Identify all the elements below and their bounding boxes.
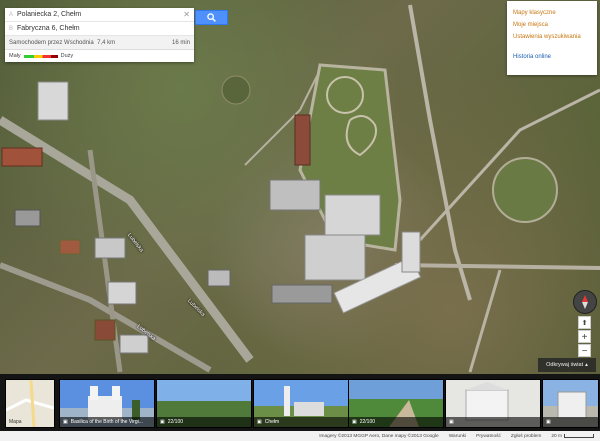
thumbnail-caption: ▣ 22/100 (349, 417, 443, 427)
privacy-link[interactable]: Prywatność (476, 434, 501, 439)
origin-field[interactable]: A Polaniecka 2, Chełm ✕ (5, 8, 194, 22)
tilt-label: Odkrywaj świat (546, 362, 584, 368)
terms-link[interactable]: Warunki (449, 434, 466, 439)
route-duration: 16 min (171, 39, 190, 46)
earthwork (492, 157, 558, 223)
building (271, 284, 333, 304)
basilica-roof (324, 194, 381, 236)
camera-icon: ▣ (546, 419, 551, 425)
road (394, 263, 600, 270)
route-summary[interactable]: Samochodem przez Wschodnia 7,4 km 16 min (5, 36, 194, 50)
camera-icon: ▣ (160, 419, 165, 425)
thumbnail-caption: ▣ (543, 417, 598, 427)
mound (221, 75, 251, 105)
building (207, 269, 231, 287)
building (107, 281, 137, 305)
imagery-attribution: Imagery ©2013 MGGP Aero, Dane mapy ©2013… (319, 433, 439, 439)
thumbnail-caption: ▣ Basilica of the Birth of the Virgi... (60, 417, 154, 427)
building (401, 231, 421, 273)
photo-thumbnail[interactable]: ▣ (445, 379, 541, 428)
thumbnail-caption: ▣ (446, 417, 540, 427)
photo-thumbnail[interactable]: ▣ 22/100 (348, 379, 444, 428)
report-problem-link[interactable]: Zgłoś problem (511, 434, 541, 439)
destination-field[interactable]: B Fabryczna 6, Chełm (5, 22, 194, 36)
close-icon[interactable]: ✕ (183, 10, 190, 19)
thumbnail-caption: ▣ Chełm (254, 417, 348, 427)
origin-marker: A (9, 11, 14, 18)
directions-panel: A Polaniecka 2, Chełm ✕ B Fabryczna 6, C… (5, 8, 194, 62)
zoom-in-button[interactable]: + (578, 330, 591, 343)
thumbnail-caption: Mapa (9, 419, 22, 425)
menu-item-web-history[interactable]: Historia online (507, 51, 597, 63)
building (59, 239, 81, 255)
traffic-large-label: Duży (60, 53, 74, 59)
building (14, 209, 41, 227)
photo-thumbnail[interactable]: ▣ Chełm (253, 379, 349, 428)
road (0, 262, 212, 373)
menu-item-my-places[interactable]: Moje miejsca (507, 19, 597, 31)
building (94, 237, 126, 259)
camera-icon: ▣ (352, 419, 357, 425)
building (37, 81, 69, 121)
traffic-legend: Mały Duży (5, 50, 194, 62)
zoom-out-button[interactable]: − (578, 344, 591, 357)
map-view-thumbnail[interactable]: Mapa (5, 379, 55, 428)
menu-item-search-settings[interactable]: Ustawienia wyszukiwania (507, 31, 597, 43)
monastery-roof (304, 234, 366, 281)
options-menu: Mapy klasyczne Moje miejsca Ustawienia w… (507, 1, 597, 75)
camera-icon: ▣ (63, 419, 68, 425)
camera-icon: ▣ (449, 419, 454, 425)
building (119, 334, 149, 354)
compass-needle-icon (582, 295, 588, 309)
traffic-small-label: Mały (9, 53, 21, 59)
camera-icon: ▣ (257, 419, 262, 425)
search-icon (207, 13, 216, 22)
compass-control[interactable] (573, 290, 597, 314)
building (269, 179, 321, 211)
search-button[interactable] (195, 10, 228, 25)
destination-text[interactable]: Fabryczna 6, Chełm (17, 25, 190, 32)
menu-item-classic-maps[interactable]: Mapy klasyczne (507, 7, 597, 19)
thumbnail-caption: ▣ 22/100 (157, 417, 251, 427)
photo-thumbnail[interactable]: ▣ (542, 379, 599, 428)
street-view-icon[interactable]: ⬆ (578, 316, 591, 329)
chevron-up-icon: ▴ (585, 362, 588, 368)
origin-text[interactable]: Polaniecka 2, Chełm (17, 11, 183, 18)
building (1, 147, 43, 167)
route-description: Samochodem przez Wschodnia 7,4 km (9, 39, 116, 46)
building (294, 114, 311, 166)
scale-bar: 20 m (551, 434, 594, 439)
path (468, 269, 502, 373)
building (94, 319, 116, 341)
map-footer: Imagery ©2013 MGGP Aero, Dane mapy ©2013… (0, 431, 600, 441)
photo-thumbnail[interactable]: ▣ 22/100 (156, 379, 252, 428)
photo-thumbnail[interactable]: ▣ Basilica of the Birth of the Virgi... (59, 379, 155, 428)
destination-marker: B (9, 25, 14, 32)
tilt-button[interactable]: Odkrywaj świat ▴ (538, 358, 596, 372)
traffic-gradient (23, 54, 58, 58)
photo-strip: Mapa ▣ Basilica of the Birth of the Virgi… (0, 374, 600, 431)
